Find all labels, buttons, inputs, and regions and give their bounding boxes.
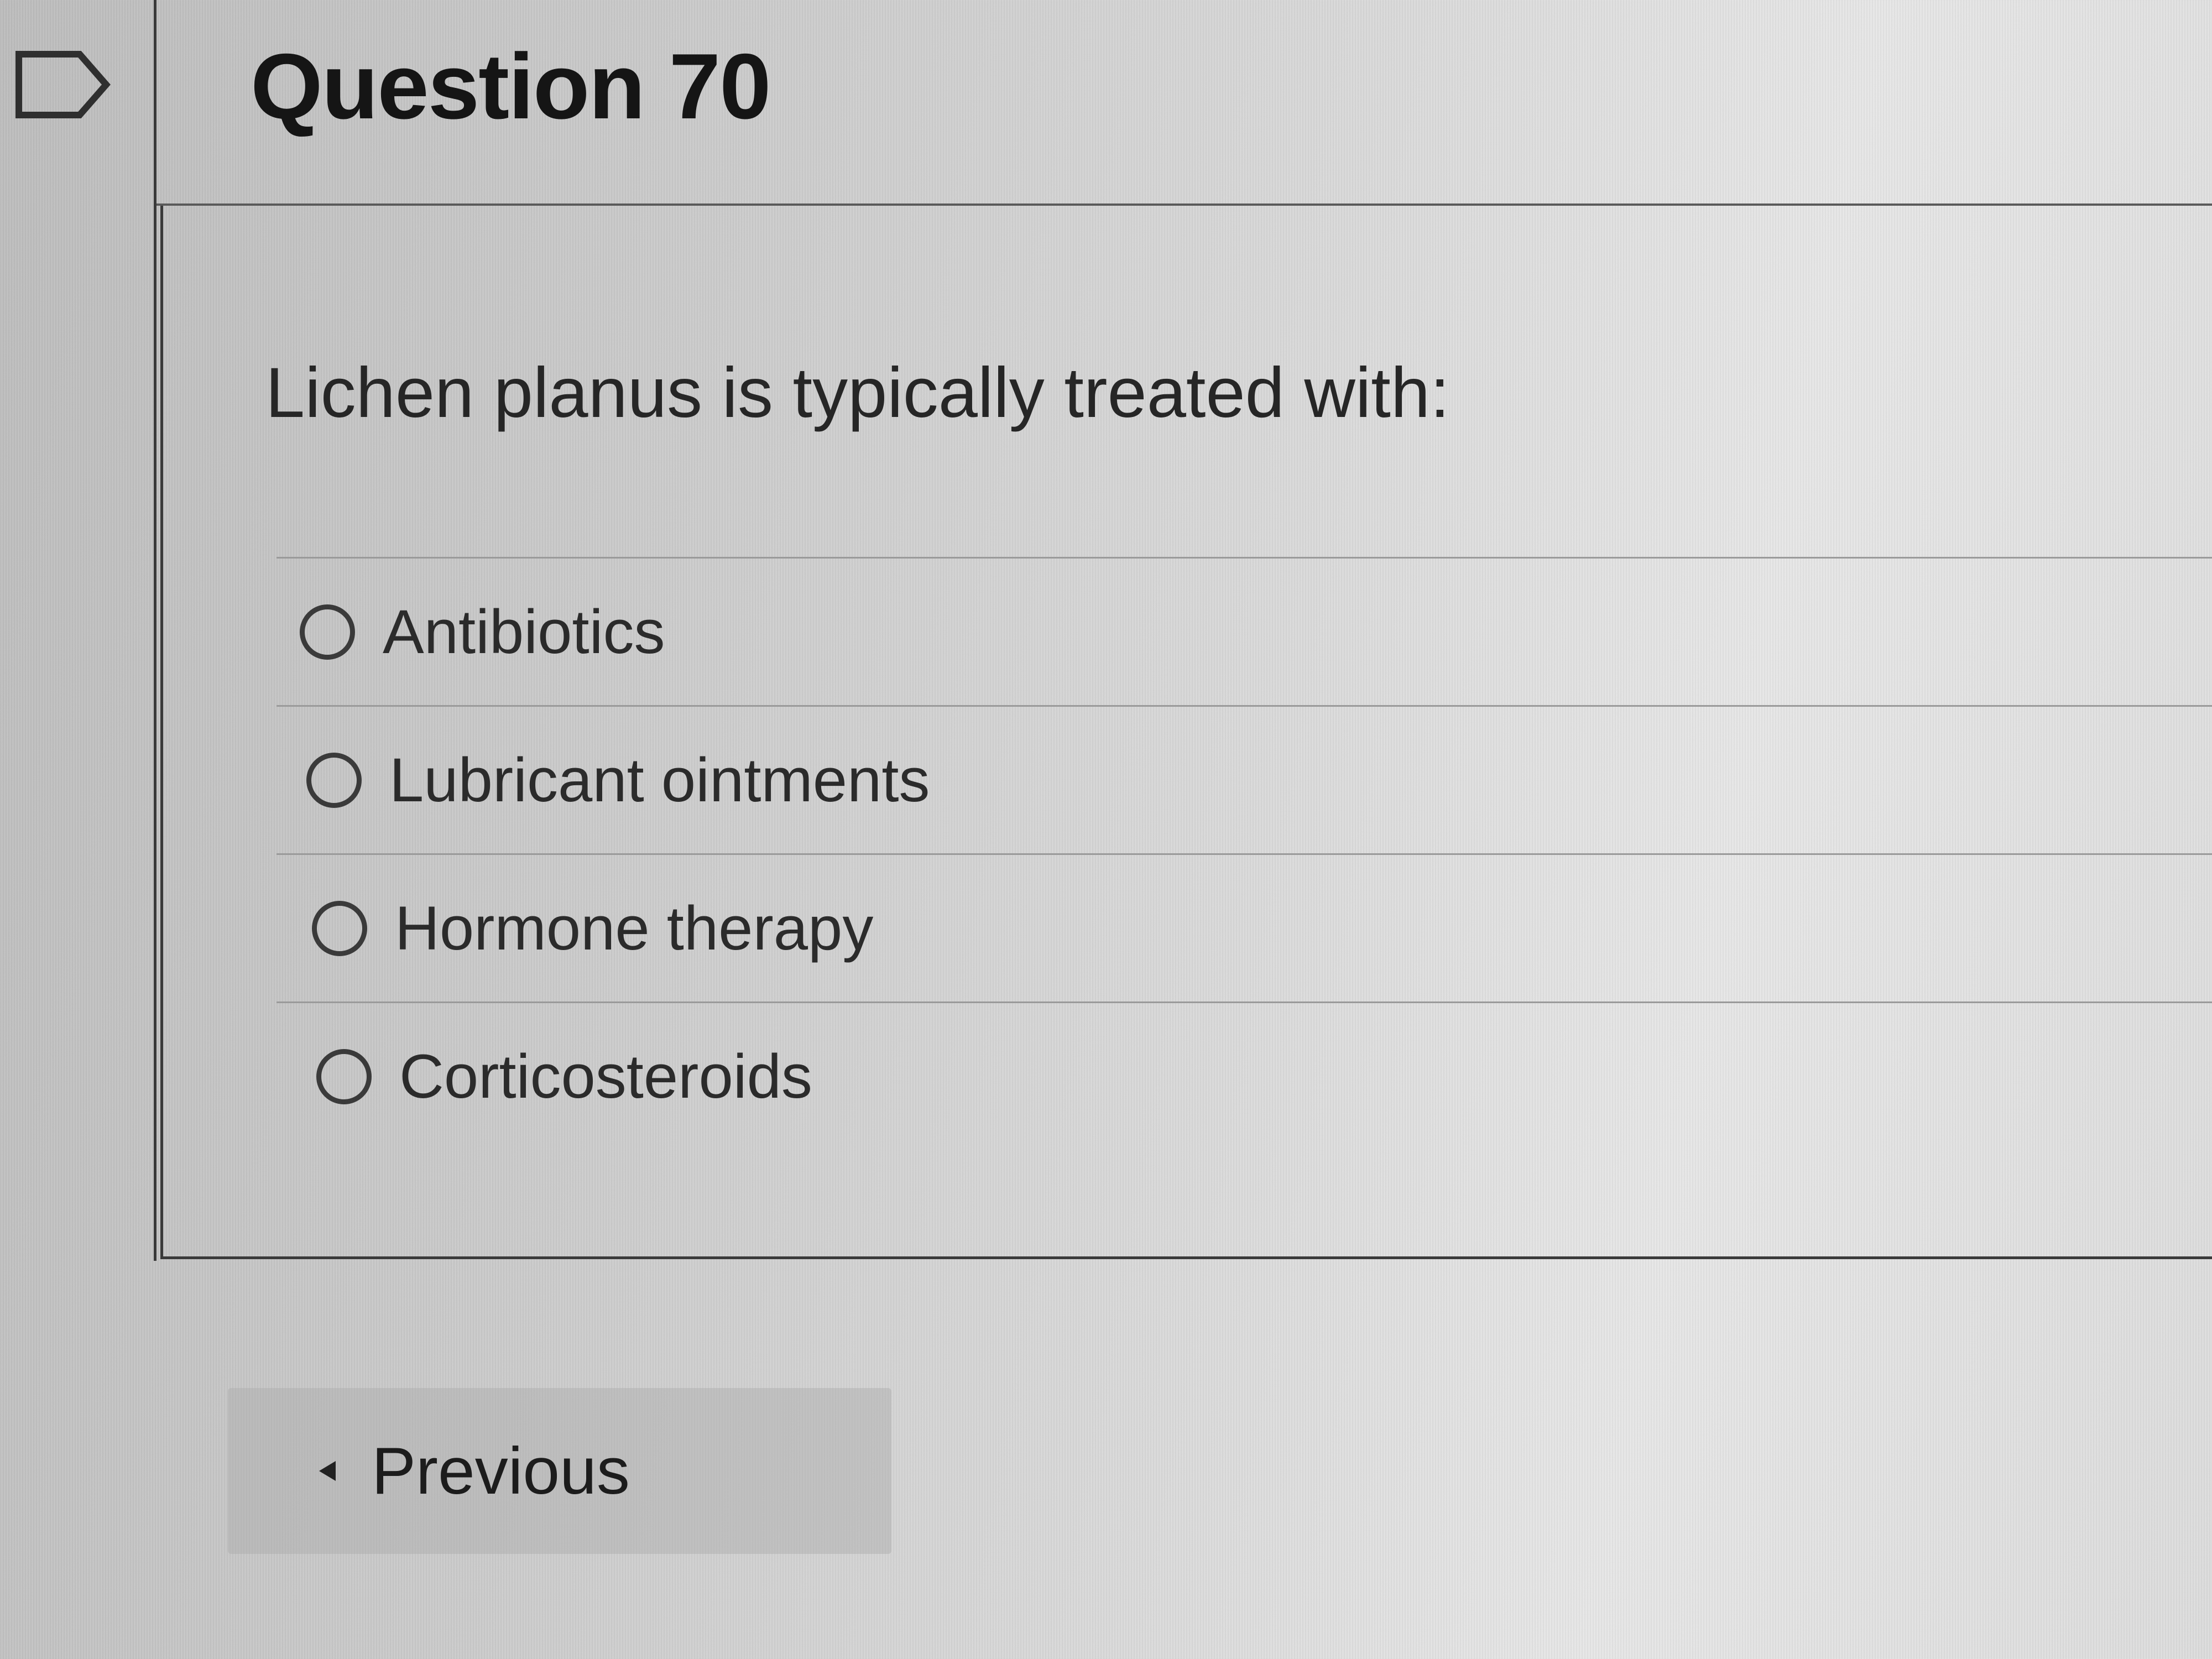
answer-option-lubricant-ointments[interactable]: Lubricant ointments	[276, 707, 2212, 853]
radio-button-icon[interactable]	[316, 1048, 372, 1104]
question-panel: Lichen planus is typically treated with:…	[160, 206, 2212, 1259]
flag-icon[interactable]	[13, 49, 113, 121]
question-header: Question 70	[156, 0, 2212, 206]
answer-option-label: Antibiotics	[383, 597, 665, 666]
flag-icon-graphic	[15, 51, 111, 118]
previous-button-label: Previous	[372, 1434, 630, 1508]
radio-button-icon[interactable]	[306, 752, 362, 808]
answer-option-hormone-therapy[interactable]: Hormone therapy	[276, 855, 2212, 1001]
previous-button[interactable]: Previous	[228, 1388, 891, 1554]
answer-option-label: Corticosteroids	[399, 1042, 812, 1111]
answer-option-label: Lubricant ointments	[389, 745, 930, 815]
answer-option-label: Hormone therapy	[395, 894, 874, 963]
radio-button-icon[interactable]	[312, 900, 367, 956]
answer-option-antibiotics[interactable]: Antibiotics	[276, 559, 2212, 705]
answer-option-corticosteroids[interactable]: Corticosteroids	[276, 1003, 2212, 1150]
answer-options: Antibiotics Lubricant ointments Hormone …	[276, 557, 2212, 1150]
radio-button-icon[interactable]	[300, 604, 355, 660]
question-text: Lichen planus is typically treated with:	[265, 353, 1450, 432]
caret-left-icon	[319, 1461, 336, 1481]
question-title: Question 70	[251, 34, 771, 138]
